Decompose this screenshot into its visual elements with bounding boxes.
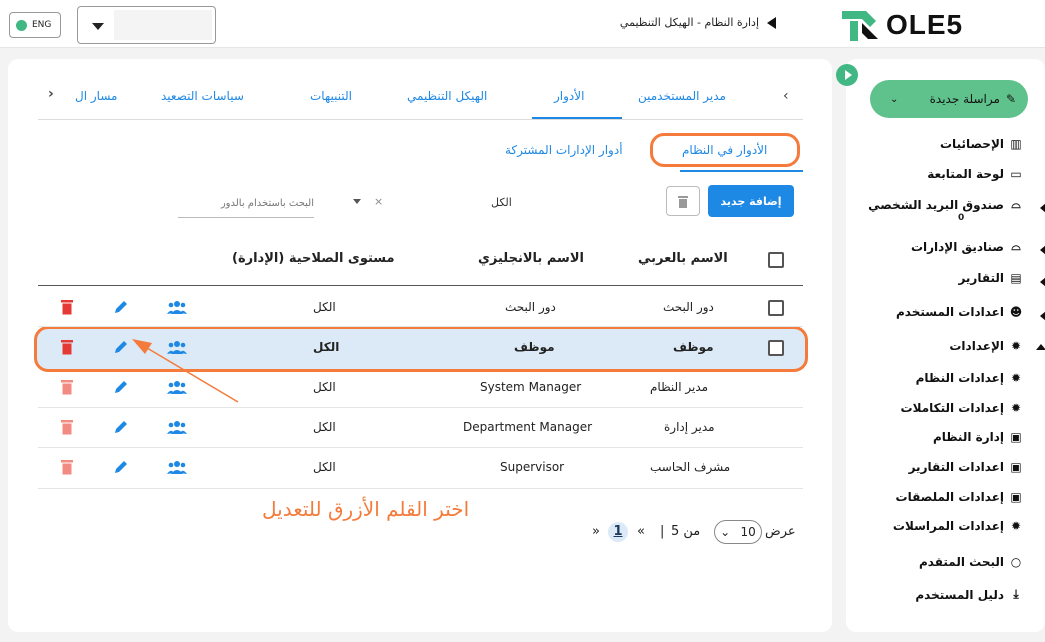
sidebar-item-label: اعدادات المستخدم — [895, 305, 1004, 319]
sidebar-item[interactable]: ✹ الإعدادات — [949, 339, 1023, 353]
sidebar-item-label: الإحصائيات — [940, 137, 1004, 151]
search-icon: ○ — [1010, 555, 1022, 569]
sidebar-item[interactable]: ▤ التقارير — [958, 271, 1023, 285]
sidebar-toggle-button[interactable] — [836, 64, 858, 86]
document-icon: ▤ — [1010, 271, 1022, 285]
sidebar-item[interactable]: ✹ إعدادات المراسلات — [893, 519, 1023, 533]
chart-icon: ▥ — [1010, 137, 1022, 151]
inbox-icon: ⌓ — [1011, 239, 1021, 253]
collapse-arrow-icon[interactable] — [1036, 344, 1045, 350]
expand-arrow-icon[interactable] — [1040, 245, 1045, 255]
expand-arrow-icon[interactable] — [1040, 311, 1045, 321]
annotation-text: اختر القلم الأزرق للتعديل — [262, 497, 470, 521]
badge-count: 0 — [958, 213, 965, 223]
sidebar-item-label: دليل المستخدم — [915, 587, 1004, 602]
sidebar-item[interactable]: ▣ اعدادات التقارير — [909, 460, 1023, 474]
page-size-value: 10 — [740, 525, 756, 539]
list-icon: ▣ — [1010, 460, 1022, 474]
chevron-down-icon: ⌄ — [720, 525, 731, 539]
sidebar-item[interactable]: ⌓ صندوق البريد الشخصي — [868, 197, 1023, 212]
inbox-icon: ⌓ — [1011, 197, 1021, 211]
gear-icon: ✹ — [1010, 371, 1022, 385]
pagination-separator: | — [660, 524, 665, 539]
sidebar-item[interactable]: ○ البحث المتقدم — [919, 555, 1023, 569]
user-settings-icon: ☻ — [1009, 305, 1023, 319]
gear-icon: ✹ — [1010, 339, 1022, 353]
sidebar-item-label: صناديق الإدارات — [910, 239, 1004, 254]
dashboard-icon: ▭ — [1010, 167, 1022, 181]
sidebar-item[interactable]: ☻ اعدادات المستخدم — [896, 305, 1023, 319]
list-icon: ▣ — [1010, 490, 1022, 504]
sidebar-item[interactable]: ▣ إعدادات الملصقات — [896, 490, 1023, 504]
sidebar-item[interactable]: ▭ لوحة المتابعة — [927, 167, 1023, 181]
sidebar-item-label: لوحة المتابعة — [927, 167, 1004, 181]
pagination-of-label: من 5 — [671, 524, 701, 539]
sidebar-item-label: اعدادات التقارير — [908, 460, 1004, 474]
pagination-show-label: عرض — [765, 524, 796, 539]
new-message-button[interactable]: ✎ مراسلة جديدة ⌄ — [870, 80, 1028, 118]
pagination-current-page[interactable]: 1 — [608, 522, 628, 542]
new-message-label: مراسلة جديدة — [929, 92, 1000, 106]
sidebar-item[interactable]: ▣ إدارة النظام — [933, 430, 1023, 444]
sidebar-item-label: إدارة النظام — [932, 430, 1004, 444]
pencil-icon: ✎ — [1005, 92, 1016, 106]
sidebar-item-label: إعدادات المراسلات — [892, 519, 1004, 533]
expand-arrow-icon[interactable] — [1040, 203, 1045, 213]
sidebar-item[interactable]: ▥ الإحصائيات — [940, 137, 1023, 151]
sidebar-item-label: التقارير — [958, 271, 1004, 285]
download-icon: ⤓ — [1013, 587, 1019, 601]
gear-icon: ✹ — [1010, 519, 1022, 533]
expand-arrow-icon[interactable] — [1040, 277, 1045, 287]
list-icon: ▣ — [1010, 430, 1022, 444]
pagination-first[interactable]: « — [637, 524, 645, 539]
page-size-select[interactable]: ⌄ 10 — [714, 520, 762, 544]
sidebar-item-label: الإعدادات — [949, 339, 1004, 353]
sidebar-item[interactable]: ✹ إعدادات التكاملات — [901, 401, 1023, 415]
chevron-down-icon: ⌄ — [890, 93, 899, 105]
play-icon — [844, 70, 852, 80]
pagination-last[interactable]: » — [592, 524, 600, 539]
sidebar-item-label: إعدادات النظام — [915, 371, 1004, 385]
gear-icon: ✹ — [1010, 401, 1022, 415]
sidebar-item-label: إعدادات الملصقات — [895, 490, 1004, 504]
sidebar-item-label: البحث المتقدم — [919, 555, 1004, 569]
sidebar-item[interactable]: ✹ إعدادات النظام — [916, 371, 1023, 385]
sidebar-item-label: صندوق البريد الشخصي — [868, 197, 1004, 212]
sidebar-item-label: إعدادات التكاملات — [900, 401, 1004, 415]
sidebar-item[interactable]: ⤓ دليل المستخدم — [915, 587, 1023, 602]
sidebar-item[interactable]: ⌓ صناديق الإدارات — [911, 239, 1023, 254]
